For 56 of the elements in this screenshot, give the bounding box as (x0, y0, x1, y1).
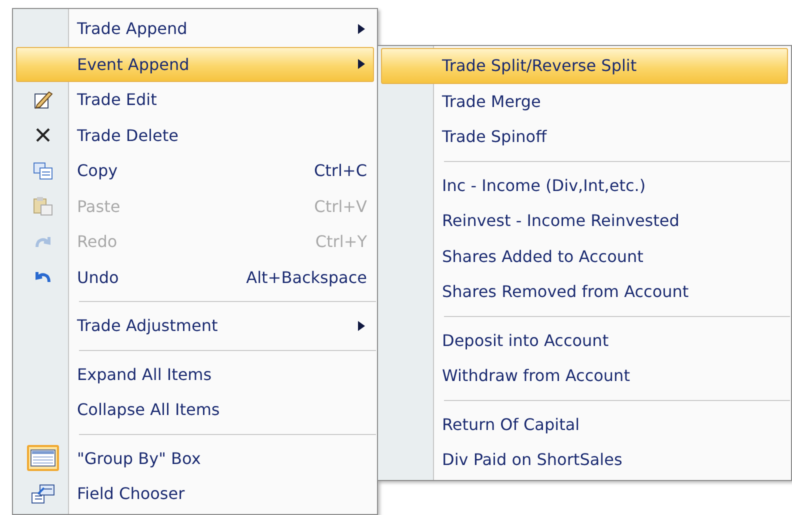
clipboard-icon (32, 196, 52, 216)
menu-item[interactable]: Event Append (16, 46, 374, 82)
field-chooser-icon (30, 484, 54, 504)
item-label: Reinvest - Income Reinvested (441, 211, 680, 230)
menu-item[interactable]: Collapse All Items (16, 392, 374, 428)
item-label: Return Of Capital (441, 414, 580, 434)
item-label: Event Append (76, 54, 190, 74)
group-panel-icon (30, 449, 56, 468)
item-label: Trade Adjustment (76, 316, 218, 336)
menu-item[interactable]: Withdraw from Account (381, 358, 788, 394)
menu-item[interactable]: Undo Alt+Backspace (16, 260, 374, 295)
menu-item[interactable]: Trade Split/Reverse Split (381, 48, 788, 84)
item-label: Trade Delete (76, 126, 178, 145)
menu-item[interactable]: Deposit into Account (381, 322, 788, 358)
item-label: Copy (76, 161, 118, 180)
item-label: Expand All Items (76, 364, 212, 384)
shortcut-text: Alt+Backspace (246, 268, 368, 287)
item-label: Withdraw from Account (441, 366, 630, 386)
item-label: Redo (76, 232, 118, 252)
item-label: Deposit into Account (441, 330, 609, 350)
menu-item[interactable]: Trade Edit (16, 82, 374, 118)
item-label: Paste (76, 196, 120, 216)
item-label: Inc - Income (Div,Int,etc.) (441, 176, 646, 195)
menu-item[interactable]: Inc - Income (Div,Int,etc.) (381, 168, 788, 203)
item-label: Undo (76, 268, 119, 287)
menu-item[interactable]: Trade Spinoff (381, 119, 788, 154)
menu-item[interactable]: Copy Ctrl+C (16, 153, 374, 188)
menu-item[interactable]: Trade Append (16, 11, 374, 46)
menu-item[interactable]: Trade Merge (381, 84, 788, 119)
menu-item[interactable]: Reinvest - Income Reinvested (381, 203, 788, 238)
item-label: "Group By" Box (76, 448, 201, 468)
menu-item[interactable]: Return Of Capital (381, 406, 788, 442)
item-label: Trade Edit (76, 90, 157, 110)
menu-item[interactable]: Expand All Items (16, 356, 374, 392)
menu-item[interactable]: Div Paid on ShortSales (381, 442, 788, 478)
shortcut-text: Ctrl+C (314, 161, 368, 180)
shortcut-text: Ctrl+V (314, 196, 368, 216)
menu-item[interactable]: Field Chooser (16, 476, 374, 512)
item-label: Trade Spinoff (441, 127, 547, 146)
menu-item[interactable]: "Group By" Box (16, 440, 374, 476)
shortcut-text: Ctrl+Y (315, 232, 368, 252)
menu-item[interactable]: Shares Removed from Account (381, 274, 788, 310)
close-icon (34, 126, 52, 144)
item-label: Collapse All Items (76, 400, 220, 420)
copy-icon (32, 162, 52, 180)
notepad-pencil-icon (32, 90, 52, 110)
item-label: Trade Merge (441, 92, 541, 111)
menu-item[interactable]: Trade Delete (16, 118, 374, 153)
item-label: Div Paid on ShortSales (441, 450, 622, 470)
item-label: Trade Split/Reverse Split (441, 56, 637, 76)
menu-item[interactable]: Trade Adjustment (16, 308, 374, 344)
item-label: Field Chooser (76, 484, 185, 504)
item-label: Shares Removed from Account (441, 282, 689, 302)
menu-item[interactable]: Shares Added to Account (381, 238, 788, 274)
item-label: Trade Append (76, 19, 188, 38)
item-label: Shares Added to Account (441, 246, 644, 266)
